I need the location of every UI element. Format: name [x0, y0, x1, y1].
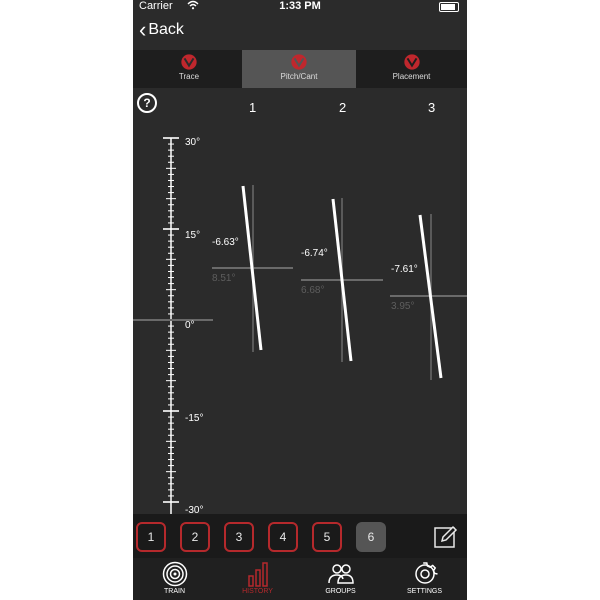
- shot-indicator-2: [301, 198, 383, 362]
- tabbar-train[interactable]: TRAIN: [133, 558, 216, 600]
- edit-icon[interactable]: [433, 524, 459, 550]
- tabbar-settings[interactable]: SETTINGS: [383, 558, 466, 600]
- tabbar-groups[interactable]: GROUPS: [299, 558, 382, 600]
- bar-chart-icon: [247, 562, 268, 587]
- shot-1-cant: -6.63°: [212, 237, 239, 248]
- shot-3-cant: -7.61°: [391, 264, 418, 275]
- tabbar-train-label: TRAIN: [164, 588, 185, 595]
- tabbar-history-label: HISTORY: [242, 588, 273, 595]
- shot-indicators: [212, 185, 467, 380]
- users-icon: [327, 564, 354, 584]
- tabbar-groups-label: GROUPS: [325, 588, 356, 595]
- shot-button-5[interactable]: 5: [312, 522, 342, 552]
- shot-selector-bar: 1 2 3 4 5 6: [133, 514, 467, 558]
- phone-screen: Carrier 1:33 PM ‹ Back Trace Pitch/Cant …: [133, 0, 467, 600]
- shot-button-3[interactable]: 3: [224, 522, 254, 552]
- shot-3-pitch: 3.95°: [391, 301, 415, 312]
- shot-indicator-3: [390, 214, 467, 380]
- tabbar-settings-label: SETTINGS: [406, 588, 442, 595]
- shot-button-1[interactable]: 1: [136, 522, 166, 552]
- shot-2-cant: -6.74°: [301, 248, 328, 259]
- shot-1-pitch: 8.51°: [212, 273, 236, 284]
- shot-2-pitch: 6.68°: [301, 285, 325, 296]
- shot-button-6[interactable]: 6: [356, 522, 386, 552]
- gear-icon: [414, 562, 438, 584]
- shot-button-2[interactable]: 2: [180, 522, 210, 552]
- bottom-tab-bar: TRAIN HISTORY GROUPS SETTINGS: [133, 558, 467, 600]
- shot-indicator-1: [212, 185, 293, 352]
- shot-button-4[interactable]: 4: [268, 522, 298, 552]
- tabbar-history[interactable]: HISTORY: [216, 558, 299, 600]
- target-icon: [162, 561, 187, 587]
